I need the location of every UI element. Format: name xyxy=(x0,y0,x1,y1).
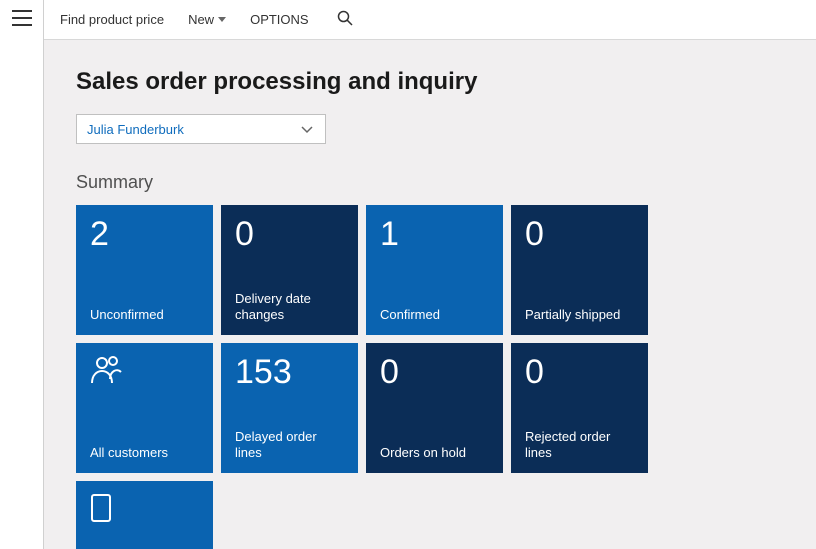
tile-delivery-date-changes[interactable]: 0 Delivery date changes xyxy=(221,205,358,335)
tile-value: 0 xyxy=(525,355,634,389)
hamburger-icon[interactable] xyxy=(12,10,32,26)
tile-rejected-order-lines[interactable]: 0 Rejected order lines xyxy=(511,343,648,473)
options-button[interactable]: OPTIONS xyxy=(250,12,309,27)
tile-label: Rejected order lines xyxy=(525,429,634,462)
tile-label: All customers xyxy=(90,445,199,461)
tile-all-sales-orders[interactable]: All sales orders xyxy=(76,481,213,549)
nav-rail xyxy=(0,0,44,549)
find-product-price-button[interactable]: Find product price xyxy=(60,12,164,27)
tile-all-customers[interactable]: All customers xyxy=(76,343,213,473)
chevron-down-icon xyxy=(299,121,315,137)
summary-heading: Summary xyxy=(76,172,784,193)
tile-unconfirmed[interactable]: 2 Unconfirmed xyxy=(76,205,213,335)
tile-delayed-order-lines[interactable]: 153 Delayed order lines xyxy=(221,343,358,473)
options-label: OPTIONS xyxy=(250,12,309,27)
user-select[interactable]: Julia Funderburk xyxy=(76,114,326,144)
customers-icon xyxy=(90,355,199,391)
new-label: New xyxy=(188,12,214,27)
content-area: Sales order processing and inquiry Julia… xyxy=(44,40,816,549)
document-icon xyxy=(90,493,199,529)
tile-value: 1 xyxy=(380,217,489,251)
page-title: Sales order processing and inquiry xyxy=(76,68,784,96)
tile-value: 2 xyxy=(90,217,199,251)
tile-orders-on-hold[interactable]: 0 Orders on hold xyxy=(366,343,503,473)
tile-label: Unconfirmed xyxy=(90,307,199,323)
command-bar: Find product price New OPTIONS xyxy=(44,0,816,40)
tile-value: 0 xyxy=(525,217,634,251)
tile-label: Delivery date changes xyxy=(235,291,344,324)
chevron-down-icon xyxy=(218,17,226,22)
user-select-value: Julia Funderburk xyxy=(87,122,184,137)
tile-value: 0 xyxy=(380,355,489,389)
tile-label: Confirmed xyxy=(380,307,489,323)
summary-tiles: 2 Unconfirmed 0 Delivery date changes 1 … xyxy=(76,205,784,549)
tile-label: Partially shipped xyxy=(525,307,634,323)
tile-value: 0 xyxy=(235,217,344,251)
main-area: Find product price New OPTIONS Sales ord… xyxy=(44,0,816,549)
search-icon xyxy=(337,10,353,26)
new-button[interactable]: New xyxy=(188,12,226,27)
tile-label: Orders on hold xyxy=(380,445,489,461)
tile-confirmed[interactable]: 1 Confirmed xyxy=(366,205,503,335)
search-button[interactable] xyxy=(333,6,357,33)
tile-partially-shipped[interactable]: 0 Partially shipped xyxy=(511,205,648,335)
tile-label: Delayed order lines xyxy=(235,429,344,462)
find-product-price-label: Find product price xyxy=(60,12,164,27)
tile-value: 153 xyxy=(235,355,344,389)
